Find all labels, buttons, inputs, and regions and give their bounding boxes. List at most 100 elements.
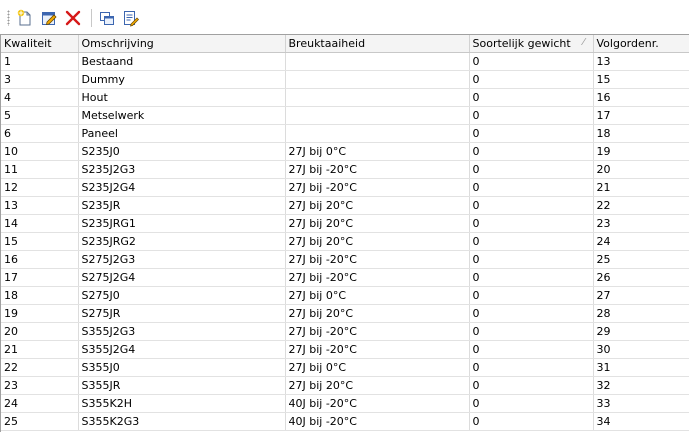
- table-row[interactable]: 20 S355J2G3 27J bij -20°C 0 29: [1, 322, 689, 341]
- table-row[interactable]: 12 S235J2G4 27J bij -20°C 0 21: [1, 178, 689, 197]
- cell-omschrijving[interactable]: S235JRG1: [78, 214, 286, 233]
- cell-soortelijk-gewicht[interactable]: 0: [469, 232, 594, 251]
- cell-breuktaaiheid[interactable]: 27J bij 20°C: [285, 304, 470, 323]
- cell-omschrijving[interactable]: S355K2H: [78, 394, 286, 413]
- cell-omschrijving[interactable]: S235J0: [78, 142, 286, 161]
- cell-kwaliteit[interactable]: 13: [1, 196, 79, 215]
- cell-volgordenr[interactable]: 25: [593, 250, 689, 269]
- cell-soortelijk-gewicht[interactable]: 0: [469, 286, 594, 305]
- cell-kwaliteit[interactable]: 1: [1, 52, 79, 71]
- cell-volgordenr[interactable]: 24: [593, 232, 689, 251]
- cell-volgordenr[interactable]: 22: [593, 196, 689, 215]
- cell-soortelijk-gewicht[interactable]: 0: [469, 178, 594, 197]
- cell-breuktaaiheid[interactable]: 27J bij -20°C: [285, 268, 470, 287]
- table-row[interactable]: 24 S355K2H 40J bij -20°C 0 33: [1, 394, 689, 413]
- properties-button[interactable]: [121, 8, 141, 28]
- cell-breuktaaiheid[interactable]: 27J bij 0°C: [285, 142, 470, 161]
- table-row[interactable]: 11 S235J2G3 27J bij -20°C 0 20: [1, 160, 689, 179]
- cell-breuktaaiheid[interactable]: 27J bij -20°C: [285, 322, 470, 341]
- cell-breuktaaiheid[interactable]: 27J bij 20°C: [285, 196, 470, 215]
- column-header-breuktaaiheid[interactable]: Breuktaaiheid: [285, 35, 470, 53]
- column-header-omschrijving[interactable]: Omschrijving: [78, 35, 286, 53]
- cell-soortelijk-gewicht[interactable]: 0: [469, 376, 594, 395]
- cell-volgordenr[interactable]: 23: [593, 214, 689, 233]
- cell-breuktaaiheid[interactable]: 27J bij -20°C: [285, 178, 470, 197]
- cell-kwaliteit[interactable]: 12: [1, 178, 79, 197]
- cell-kwaliteit[interactable]: 18: [1, 286, 79, 305]
- cell-kwaliteit[interactable]: 25: [1, 412, 79, 431]
- cell-volgordenr[interactable]: 13: [593, 52, 689, 71]
- cell-breuktaaiheid[interactable]: 27J bij -20°C: [285, 160, 470, 179]
- cell-soortelijk-gewicht[interactable]: 0: [469, 340, 594, 359]
- cell-soortelijk-gewicht[interactable]: 0: [469, 304, 594, 323]
- cell-omschrijving[interactable]: Metselwerk: [78, 106, 286, 125]
- cell-soortelijk-gewicht[interactable]: 0: [469, 394, 594, 413]
- cell-soortelijk-gewicht[interactable]: 0: [469, 358, 594, 377]
- delete-record-button[interactable]: [63, 8, 83, 28]
- cell-volgordenr[interactable]: 33: [593, 394, 689, 413]
- cell-kwaliteit[interactable]: 21: [1, 340, 79, 359]
- cell-omschrijving[interactable]: S235JRG2: [78, 232, 286, 251]
- cell-omschrijving[interactable]: S355J2G3: [78, 322, 286, 341]
- table-row[interactable]: 1 Bestaand 0 13: [1, 52, 689, 71]
- table-row[interactable]: 19 S275JR 27J bij 20°C 0 28: [1, 304, 689, 323]
- cell-breuktaaiheid[interactable]: 27J bij 20°C: [285, 214, 470, 233]
- cell-kwaliteit[interactable]: 22: [1, 358, 79, 377]
- cell-kwaliteit[interactable]: 23: [1, 376, 79, 395]
- cell-kwaliteit[interactable]: 14: [1, 214, 79, 233]
- cell-volgordenr[interactable]: 20: [593, 160, 689, 179]
- cell-omschrijving[interactable]: S275J0: [78, 286, 286, 305]
- copy-record-button[interactable]: [97, 8, 117, 28]
- cell-omschrijving[interactable]: S355JR: [78, 376, 286, 395]
- cell-omschrijving[interactable]: Dummy: [78, 70, 286, 89]
- cell-kwaliteit[interactable]: 15: [1, 232, 79, 251]
- table-row[interactable]: 18 S275J0 27J bij 0°C 0 27: [1, 286, 689, 305]
- table-row[interactable]: 21 S355J2G4 27J bij -20°C 0 30: [1, 340, 689, 359]
- cell-soortelijk-gewicht[interactable]: 0: [469, 88, 594, 107]
- cell-omschrijving[interactable]: S355K2G3: [78, 412, 286, 431]
- cell-omschrijving[interactable]: Hout: [78, 88, 286, 107]
- table-row[interactable]: 16 S275J2G3 27J bij -20°C 0 25: [1, 250, 689, 269]
- cell-breuktaaiheid[interactable]: 27J bij 0°C: [285, 358, 470, 377]
- cell-soortelijk-gewicht[interactable]: 0: [469, 106, 594, 125]
- cell-breuktaaiheid[interactable]: 27J bij 0°C: [285, 286, 470, 305]
- cell-breuktaaiheid[interactable]: 27J bij 20°C: [285, 376, 470, 395]
- cell-breuktaaiheid[interactable]: 27J bij 20°C: [285, 232, 470, 251]
- table-row[interactable]: 14 S235JRG1 27J bij 20°C 0 23: [1, 214, 689, 233]
- cell-soortelijk-gewicht[interactable]: 0: [469, 214, 594, 233]
- cell-kwaliteit[interactable]: 16: [1, 250, 79, 269]
- cell-breuktaaiheid[interactable]: 27J bij -20°C: [285, 250, 470, 269]
- cell-breuktaaiheid[interactable]: [285, 106, 470, 125]
- table-row[interactable]: 25 S355K2G3 40J bij -20°C 0 34: [1, 412, 689, 431]
- cell-breuktaaiheid[interactable]: [285, 124, 470, 143]
- cell-volgordenr[interactable]: 16: [593, 88, 689, 107]
- cell-kwaliteit[interactable]: 19: [1, 304, 79, 323]
- new-record-button[interactable]: [15, 8, 35, 28]
- cell-omschrijving[interactable]: Bestaand: [78, 52, 286, 71]
- cell-omschrijving[interactable]: S275J2G3: [78, 250, 286, 269]
- cell-volgordenr[interactable]: 19: [593, 142, 689, 161]
- cell-kwaliteit[interactable]: 24: [1, 394, 79, 413]
- cell-kwaliteit[interactable]: 11: [1, 160, 79, 179]
- cell-soortelijk-gewicht[interactable]: 0: [469, 160, 594, 179]
- cell-omschrijving[interactable]: S275J2G4: [78, 268, 286, 287]
- cell-kwaliteit[interactable]: 20: [1, 322, 79, 341]
- cell-omschrijving[interactable]: S235JR: [78, 196, 286, 215]
- cell-soortelijk-gewicht[interactable]: 0: [469, 268, 594, 287]
- cell-breuktaaiheid[interactable]: 40J bij -20°C: [285, 394, 470, 413]
- cell-soortelijk-gewicht[interactable]: 0: [469, 70, 594, 89]
- cell-kwaliteit[interactable]: 5: [1, 106, 79, 125]
- edit-record-button[interactable]: [39, 8, 59, 28]
- column-header-kwaliteit[interactable]: Kwaliteit: [1, 35, 79, 53]
- table-row[interactable]: 6 Paneel 0 18: [1, 124, 689, 143]
- cell-soortelijk-gewicht[interactable]: 0: [469, 124, 594, 143]
- cell-omschrijving[interactable]: S355J0: [78, 358, 286, 377]
- cell-breuktaaiheid[interactable]: [285, 70, 470, 89]
- cell-volgordenr[interactable]: 30: [593, 340, 689, 359]
- cell-breuktaaiheid[interactable]: 27J bij -20°C: [285, 340, 470, 359]
- cell-kwaliteit[interactable]: 4: [1, 88, 79, 107]
- cell-omschrijving[interactable]: Paneel: [78, 124, 286, 143]
- data-grid[interactable]: Kwaliteit Omschrijving Breuktaaiheid Soo…: [0, 34, 689, 432]
- cell-omschrijving[interactable]: S275JR: [78, 304, 286, 323]
- cell-kwaliteit[interactable]: 6: [1, 124, 79, 143]
